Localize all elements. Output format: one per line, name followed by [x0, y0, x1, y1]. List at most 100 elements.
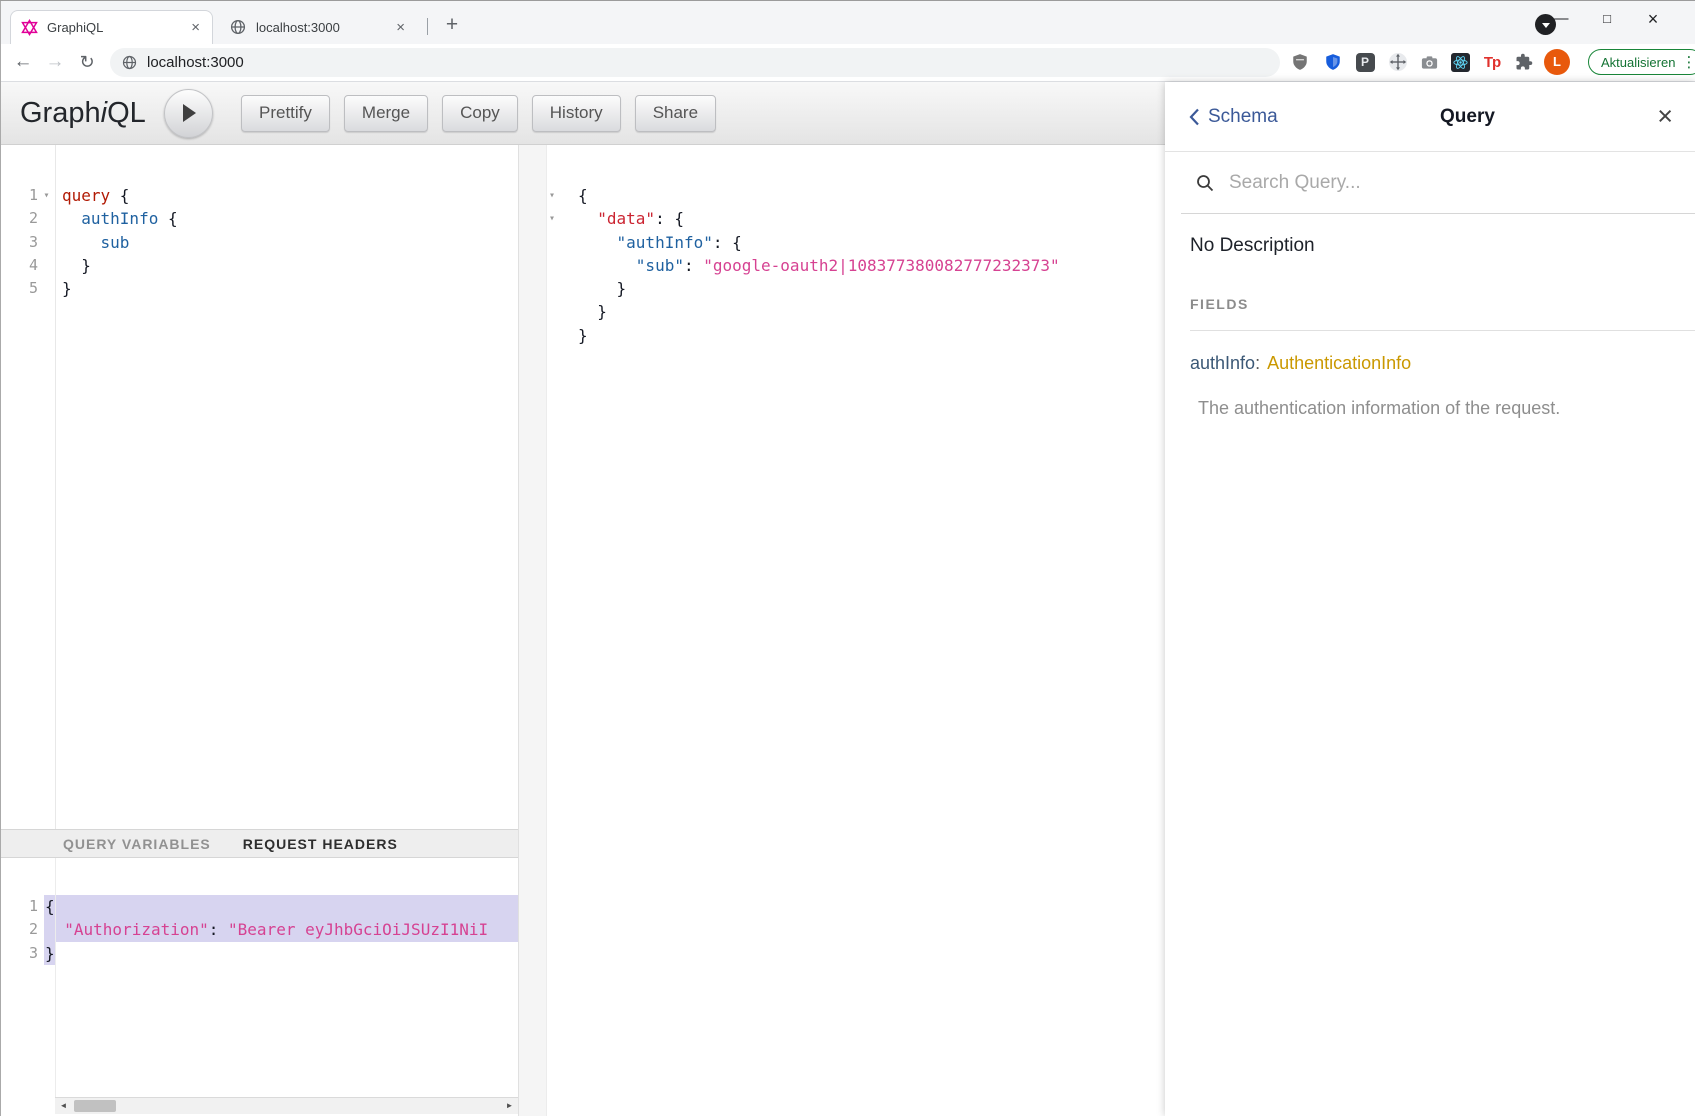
tp-extension-icon[interactable]: Tp [1480, 50, 1504, 74]
fold-gutter [38, 231, 55, 254]
doc-explorer-header: Schema Query × [1165, 82, 1695, 152]
scrollbar-thumb[interactable] [74, 1100, 116, 1112]
p-extension-icon[interactable]: P [1353, 50, 1377, 74]
tab-query-variables[interactable]: QUERY VARIABLES [63, 836, 211, 852]
tab-localhost[interactable]: localhost:3000 × [220, 10, 417, 44]
forward-button[interactable]: → [40, 47, 70, 77]
tab-close-icon[interactable]: × [189, 19, 202, 36]
camera-extension-icon[interactable] [1417, 50, 1441, 74]
variables-tab-bar: QUERY VARIABLES REQUEST HEADERS [0, 829, 518, 858]
history-button[interactable]: History [532, 95, 621, 132]
request-headers-editor[interactable]: 1{2 "Authorization": "Bearer eyJhbGciOiJ… [0, 858, 518, 1097]
result-pane: ▾{▾ "data": { "authInfo": { "sub": "goog… [518, 145, 1165, 1116]
horizontal-scrollbar[interactable]: ◄ ► [55, 1097, 518, 1114]
line-number: 1 [0, 895, 38, 918]
fold-gutter [519, 277, 578, 300]
browser-menu-kebab-icon[interactable]: ⋮ [1681, 55, 1695, 70]
code-line: 3 sub [0, 231, 518, 254]
tab-graphiql[interactable]: GraphiQL × [10, 10, 213, 44]
gutter-divider [55, 858, 56, 1097]
chrome-update-button[interactable]: Aktualisieren ⋮ [1588, 49, 1695, 75]
field-row: authInfo:AuthenticationInfo [1190, 353, 1695, 374]
line-number: 5 [0, 277, 38, 300]
execute-query-button[interactable] [164, 89, 213, 138]
fields-section-title: FIELDS [1190, 296, 1695, 331]
fold-gutter [519, 231, 578, 254]
reload-button[interactable]: ↻ [72, 47, 102, 77]
code-line: 1▾query { [0, 184, 518, 207]
docs-close-icon[interactable]: × [1657, 103, 1673, 130]
docs-search-input[interactable] [1227, 171, 1571, 195]
line-number: 3 [0, 231, 38, 254]
line-number: 2 [0, 918, 38, 941]
react-devtools-extension-icon[interactable] [1448, 50, 1472, 74]
gutter-divider [55, 145, 56, 829]
code-line: 3} [0, 942, 518, 965]
fold-arrow-icon[interactable]: ▾ [38, 184, 55, 207]
query-pane: 1▾query {2 authInfo {3 sub4 }5} QUERY VA… [0, 145, 518, 1116]
code-line: } [519, 300, 1165, 323]
play-icon [181, 104, 197, 122]
bitwarden-extension-icon[interactable] [1321, 50, 1345, 74]
code-line: 2 authInfo { [0, 207, 518, 230]
copy-button[interactable]: Copy [442, 95, 518, 132]
code-line: } [519, 324, 1165, 347]
chevron-left-icon [1189, 108, 1200, 126]
docs-back-link[interactable]: Schema [1189, 106, 1278, 128]
toolbar-buttons: Prettify Merge Copy History Share [241, 95, 716, 132]
tab-close-icon[interactable]: × [394, 19, 407, 36]
docs-search-row [1181, 152, 1695, 214]
doc-explorer-title: Query [1278, 106, 1658, 128]
fold-gutter [519, 300, 578, 323]
line-number: 2 [0, 207, 38, 230]
graphiql-logo: GraphiQL [20, 97, 164, 130]
code-line: "sub": "google-oauth2|108377380082777232… [519, 254, 1165, 277]
fold-gutter [38, 254, 55, 277]
fold-arrow-icon[interactable]: ▾ [519, 207, 578, 230]
doc-explorer-panel: Schema Query × No Description FIELDS aut… [1165, 82, 1695, 1116]
scroll-right-button[interactable]: ► [501, 1098, 518, 1114]
tab-request-headers[interactable]: REQUEST HEADERS [243, 836, 398, 852]
field-name-link[interactable]: authInfo [1190, 353, 1255, 373]
code-line: 2 "Authorization": "Bearer eyJhbGciOiJSU… [0, 918, 518, 941]
window-close-button[interactable]: × [1636, 3, 1670, 35]
graphiql-app: GraphiQL Prettify Merge Copy History Sha… [0, 82, 1695, 1116]
fold-arrow-icon[interactable]: ▾ [519, 184, 578, 207]
share-button[interactable]: Share [635, 95, 716, 132]
graphiql-topbar: GraphiQL Prettify Merge Copy History Sha… [0, 82, 1165, 145]
tab-separator [427, 18, 428, 35]
url-text: localhost:3000 [147, 54, 244, 71]
code-line: } [519, 277, 1165, 300]
move-crosshair-extension-icon[interactable] [1386, 50, 1410, 74]
scroll-left-button[interactable]: ◄ [55, 1098, 72, 1114]
code-line: 4 } [0, 254, 518, 277]
code-line: 5} [0, 277, 518, 300]
fold-gutter [519, 324, 578, 347]
code-line: ▾{ [519, 184, 1165, 207]
query-editor[interactable]: 1▾query {2 authInfo {3 sub4 }5} [0, 145, 518, 829]
line-number: 1 [0, 184, 38, 207]
fold-gutter [38, 277, 55, 300]
line-number: 3 [0, 942, 38, 965]
result-viewer: ▾{▾ "data": { "authInfo": { "sub": "goog… [519, 145, 1165, 1116]
site-globe-icon [122, 55, 137, 70]
prettify-button[interactable]: Prettify [241, 95, 330, 132]
code-line: ▾ "data": { [519, 207, 1165, 230]
field-type-link[interactable]: AuthenticationInfo [1267, 353, 1411, 373]
graphiql-favicon-icon [21, 19, 38, 36]
new-tab-button[interactable]: + [437, 10, 467, 40]
tab-title: localhost:3000 [256, 20, 394, 35]
code-line: "authInfo": { [519, 231, 1165, 254]
back-button[interactable]: ← [8, 47, 38, 77]
ublock-extension-icon[interactable] [1288, 50, 1312, 74]
search-icon [1196, 174, 1214, 192]
docs-body: No Description FIELDS authInfo:Authentic… [1165, 235, 1695, 419]
address-bar[interactable]: localhost:3000 [110, 48, 1280, 77]
merge-button[interactable]: Merge [344, 95, 428, 132]
window-maximize-button[interactable]: □ [1590, 3, 1624, 35]
extensions-puzzle-icon[interactable] [1512, 50, 1536, 74]
window-minimize-button[interactable]: — [1544, 3, 1578, 35]
browser-window: GraphiQL × localhost:3000 × + — □ × ← → … [0, 0, 1695, 1116]
line-number: 4 [0, 254, 38, 277]
profile-avatar[interactable]: L [1544, 49, 1570, 75]
